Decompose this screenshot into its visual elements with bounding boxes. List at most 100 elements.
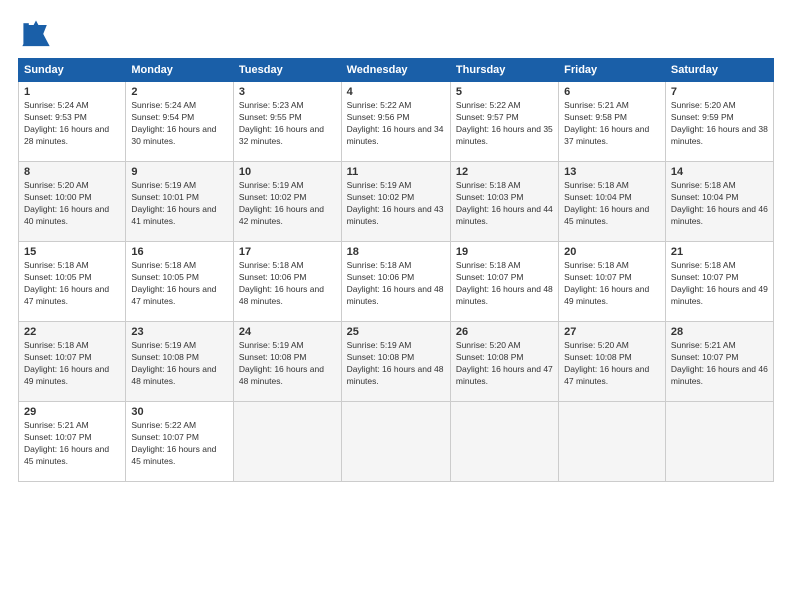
calendar-header-row: SundayMondayTuesdayWednesdayThursdayFrid…	[19, 59, 774, 82]
day-info: Sunrise: 5:18 AM Sunset: 10:06 PM Daylig…	[347, 260, 445, 308]
day-info: Sunrise: 5:19 AM Sunset: 10:01 PM Daylig…	[131, 180, 228, 228]
calendar-day-cell: 29 Sunrise: 5:21 AM Sunset: 10:07 PM Day…	[19, 402, 126, 482]
day-info: Sunrise: 5:20 AM Sunset: 9:59 PM Dayligh…	[671, 100, 768, 148]
calendar-day-cell: 9 Sunrise: 5:19 AM Sunset: 10:01 PM Dayl…	[126, 162, 234, 242]
day-header-monday: Monday	[126, 59, 234, 82]
day-info: Sunrise: 5:18 AM Sunset: 10:04 PM Daylig…	[564, 180, 660, 228]
day-number: 1	[24, 86, 120, 98]
day-header-friday: Friday	[559, 59, 666, 82]
calendar-day-cell: 13 Sunrise: 5:18 AM Sunset: 10:04 PM Day…	[559, 162, 666, 242]
calendar-day-cell: 22 Sunrise: 5:18 AM Sunset: 10:07 PM Day…	[19, 322, 126, 402]
day-number: 26	[456, 326, 553, 338]
calendar-day-cell	[233, 402, 341, 482]
calendar-day-cell: 8 Sunrise: 5:20 AM Sunset: 10:00 PM Dayl…	[19, 162, 126, 242]
calendar-day-cell: 21 Sunrise: 5:18 AM Sunset: 10:07 PM Day…	[665, 242, 773, 322]
day-header-thursday: Thursday	[450, 59, 558, 82]
calendar-day-cell: 15 Sunrise: 5:18 AM Sunset: 10:05 PM Day…	[19, 242, 126, 322]
day-info: Sunrise: 5:18 AM Sunset: 10:05 PM Daylig…	[131, 260, 228, 308]
day-number: 25	[347, 326, 445, 338]
day-number: 3	[239, 86, 336, 98]
day-header-saturday: Saturday	[665, 59, 773, 82]
day-number: 14	[671, 166, 768, 178]
day-info: Sunrise: 5:24 AM Sunset: 9:53 PM Dayligh…	[24, 100, 120, 148]
day-number: 2	[131, 86, 228, 98]
calendar-week-row: 1 Sunrise: 5:24 AM Sunset: 9:53 PM Dayli…	[19, 82, 774, 162]
day-number: 12	[456, 166, 553, 178]
day-header-sunday: Sunday	[19, 59, 126, 82]
day-info: Sunrise: 5:19 AM Sunset: 10:02 PM Daylig…	[239, 180, 336, 228]
day-info: Sunrise: 5:22 AM Sunset: 9:56 PM Dayligh…	[347, 100, 445, 148]
day-info: Sunrise: 5:19 AM Sunset: 10:02 PM Daylig…	[347, 180, 445, 228]
day-info: Sunrise: 5:19 AM Sunset: 10:08 PM Daylig…	[131, 340, 228, 388]
day-number: 15	[24, 246, 120, 258]
day-info: Sunrise: 5:22 AM Sunset: 9:57 PM Dayligh…	[456, 100, 553, 148]
day-info: Sunrise: 5:21 AM Sunset: 10:07 PM Daylig…	[671, 340, 768, 388]
day-info: Sunrise: 5:22 AM Sunset: 10:07 PM Daylig…	[131, 420, 228, 468]
day-number: 17	[239, 246, 336, 258]
day-info: Sunrise: 5:18 AM Sunset: 10:06 PM Daylig…	[239, 260, 336, 308]
day-info: Sunrise: 5:18 AM Sunset: 10:05 PM Daylig…	[24, 260, 120, 308]
calendar-day-cell: 2 Sunrise: 5:24 AM Sunset: 9:54 PM Dayli…	[126, 82, 234, 162]
calendar-day-cell: 23 Sunrise: 5:19 AM Sunset: 10:08 PM Day…	[126, 322, 234, 402]
calendar-table: SundayMondayTuesdayWednesdayThursdayFrid…	[18, 58, 774, 482]
calendar-day-cell: 27 Sunrise: 5:20 AM Sunset: 10:08 PM Day…	[559, 322, 666, 402]
calendar-week-row: 8 Sunrise: 5:20 AM Sunset: 10:00 PM Dayl…	[19, 162, 774, 242]
header	[18, 16, 774, 52]
day-info: Sunrise: 5:18 AM Sunset: 10:07 PM Daylig…	[564, 260, 660, 308]
day-info: Sunrise: 5:21 AM Sunset: 10:07 PM Daylig…	[24, 420, 120, 468]
day-info: Sunrise: 5:20 AM Sunset: 10:08 PM Daylig…	[456, 340, 553, 388]
calendar-day-cell	[341, 402, 450, 482]
calendar-day-cell: 11 Sunrise: 5:19 AM Sunset: 10:02 PM Day…	[341, 162, 450, 242]
calendar-day-cell: 7 Sunrise: 5:20 AM Sunset: 9:59 PM Dayli…	[665, 82, 773, 162]
day-info: Sunrise: 5:21 AM Sunset: 9:58 PM Dayligh…	[564, 100, 660, 148]
day-number: 19	[456, 246, 553, 258]
day-info: Sunrise: 5:23 AM Sunset: 9:55 PM Dayligh…	[239, 100, 336, 148]
calendar-day-cell: 1 Sunrise: 5:24 AM Sunset: 9:53 PM Dayli…	[19, 82, 126, 162]
calendar-day-cell: 10 Sunrise: 5:19 AM Sunset: 10:02 PM Day…	[233, 162, 341, 242]
day-number: 8	[24, 166, 120, 178]
calendar-day-cell: 28 Sunrise: 5:21 AM Sunset: 10:07 PM Day…	[665, 322, 773, 402]
day-info: Sunrise: 5:24 AM Sunset: 9:54 PM Dayligh…	[131, 100, 228, 148]
calendar-day-cell: 12 Sunrise: 5:18 AM Sunset: 10:03 PM Day…	[450, 162, 558, 242]
day-number: 13	[564, 166, 660, 178]
day-number: 9	[131, 166, 228, 178]
day-number: 5	[456, 86, 553, 98]
calendar-week-row: 29 Sunrise: 5:21 AM Sunset: 10:07 PM Day…	[19, 402, 774, 482]
day-info: Sunrise: 5:18 AM Sunset: 10:07 PM Daylig…	[456, 260, 553, 308]
logo	[18, 16, 58, 52]
day-info: Sunrise: 5:18 AM Sunset: 10:03 PM Daylig…	[456, 180, 553, 228]
calendar-day-cell: 17 Sunrise: 5:18 AM Sunset: 10:06 PM Day…	[233, 242, 341, 322]
day-header-wednesday: Wednesday	[341, 59, 450, 82]
calendar-day-cell	[450, 402, 558, 482]
day-number: 22	[24, 326, 120, 338]
page: SundayMondayTuesdayWednesdayThursdayFrid…	[0, 0, 792, 612]
day-number: 24	[239, 326, 336, 338]
day-info: Sunrise: 5:20 AM Sunset: 10:00 PM Daylig…	[24, 180, 120, 228]
day-number: 7	[671, 86, 768, 98]
day-info: Sunrise: 5:18 AM Sunset: 10:04 PM Daylig…	[671, 180, 768, 228]
day-number: 10	[239, 166, 336, 178]
calendar-day-cell	[665, 402, 773, 482]
day-number: 16	[131, 246, 228, 258]
calendar-day-cell: 3 Sunrise: 5:23 AM Sunset: 9:55 PM Dayli…	[233, 82, 341, 162]
day-number: 18	[347, 246, 445, 258]
day-number: 28	[671, 326, 768, 338]
calendar-day-cell: 24 Sunrise: 5:19 AM Sunset: 10:08 PM Day…	[233, 322, 341, 402]
calendar-week-row: 15 Sunrise: 5:18 AM Sunset: 10:05 PM Day…	[19, 242, 774, 322]
calendar-day-cell: 14 Sunrise: 5:18 AM Sunset: 10:04 PM Day…	[665, 162, 773, 242]
calendar-day-cell: 26 Sunrise: 5:20 AM Sunset: 10:08 PM Day…	[450, 322, 558, 402]
logo-icon	[18, 16, 54, 52]
day-info: Sunrise: 5:18 AM Sunset: 10:07 PM Daylig…	[24, 340, 120, 388]
calendar-day-cell: 19 Sunrise: 5:18 AM Sunset: 10:07 PM Day…	[450, 242, 558, 322]
calendar-day-cell: 20 Sunrise: 5:18 AM Sunset: 10:07 PM Day…	[559, 242, 666, 322]
calendar-week-row: 22 Sunrise: 5:18 AM Sunset: 10:07 PM Day…	[19, 322, 774, 402]
day-number: 30	[131, 406, 228, 418]
day-number: 29	[24, 406, 120, 418]
day-number: 23	[131, 326, 228, 338]
calendar-day-cell: 18 Sunrise: 5:18 AM Sunset: 10:06 PM Day…	[341, 242, 450, 322]
day-info: Sunrise: 5:19 AM Sunset: 10:08 PM Daylig…	[347, 340, 445, 388]
day-number: 20	[564, 246, 660, 258]
day-number: 27	[564, 326, 660, 338]
day-number: 6	[564, 86, 660, 98]
calendar-day-cell	[559, 402, 666, 482]
